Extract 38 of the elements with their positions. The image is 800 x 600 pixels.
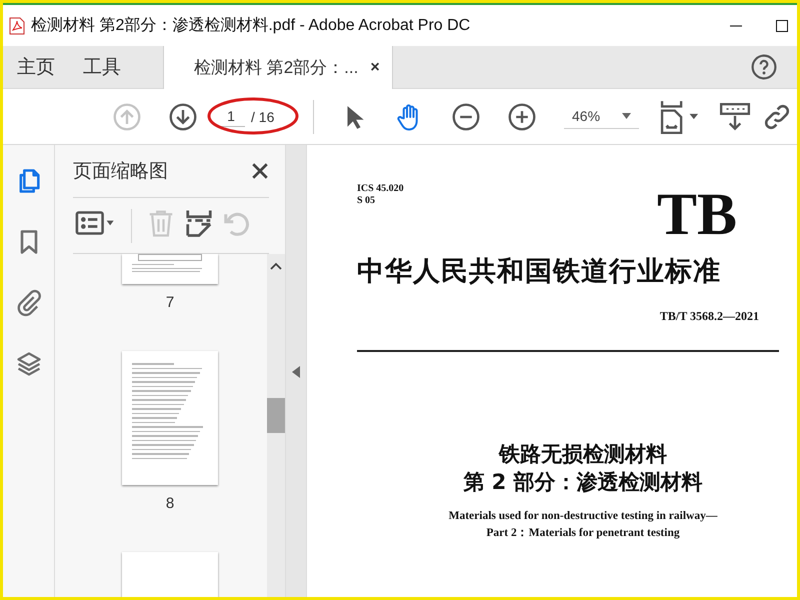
chinese-title: 铁路无损检测材料 <box>499 441 667 468</box>
maximize-icon[interactable] <box>775 18 789 32</box>
link-icon[interactable] <box>763 102 792 130</box>
zoom-in-icon[interactable] <box>508 102 536 130</box>
tab[interactable]: 检测材料 第2部分：... × <box>163 46 393 89</box>
caret-icon <box>622 113 632 119</box>
zoom-out-icon[interactable] <box>452 102 480 130</box>
panel-title: 页面缩略图 <box>73 160 168 184</box>
standard-logo: TB <box>656 189 737 239</box>
page-number-label: 8 <box>166 495 174 512</box>
pdf-file-icon <box>9 16 25 34</box>
scroll-mode-icon[interactable] <box>719 100 752 132</box>
page-thumbnail[interactable] <box>122 254 218 284</box>
tab[interactable]: 主页 <box>3 46 69 88</box>
standard-number: TB/T 3568.2—2021 <box>660 309 759 324</box>
standard-heading: 中华人民共和国铁道行业标准 <box>357 255 722 289</box>
paperclip-icon[interactable] <box>14 289 42 317</box>
scroll-up-icon[interactable] <box>270 262 282 270</box>
page-thumbnail[interactable] <box>122 351 218 485</box>
zoom-dropdown[interactable]: 46% <box>564 104 640 129</box>
scrollbar[interactable] <box>267 254 285 597</box>
layers-icon[interactable] <box>14 350 42 378</box>
classification-code: S 05 <box>357 195 376 207</box>
ics-code: ICS 45.020 <box>357 183 404 195</box>
insert-page-icon[interactable] <box>184 208 214 238</box>
close-icon[interactable] <box>251 162 269 180</box>
page-number-label: 7 <box>166 294 174 311</box>
scrollbar-thumb[interactable] <box>267 398 285 433</box>
page-count: / 16 <box>251 108 274 124</box>
close-tab-button[interactable]: × <box>370 58 380 76</box>
english-title: Materials used for non-destructive testing in railway— <box>448 509 718 524</box>
english-title: Part 2：Materials for penetrant testing <box>486 526 680 541</box>
page-number-field[interactable]: 1 <box>217 106 245 127</box>
tab[interactable]: 工具 <box>69 46 135 88</box>
window-title: 检测材料 第2部分：渗透检测材料.pdf - Adobe Acrobat Pro DC <box>31 16 472 36</box>
help-icon[interactable] <box>751 54 777 80</box>
collapse-arrow-icon[interactable] <box>292 366 300 378</box>
chinese-title: 第 2 部分：渗透检测材料 <box>463 469 703 496</box>
